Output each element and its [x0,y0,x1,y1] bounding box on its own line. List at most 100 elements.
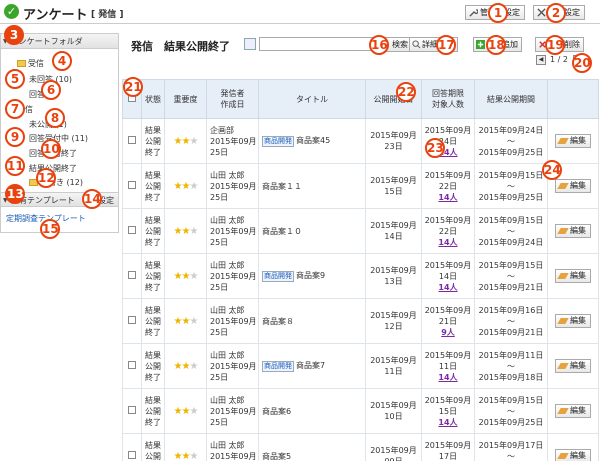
deadline-cell: 2015年09月 22日 14人 [421,163,475,209]
survey-title-link[interactable]: 商品案45 [296,136,330,145]
wrench-icon [469,9,478,17]
table-row[interactable]: 結果 公開 終了 ★★★ 山田 太郎 2015年09月 25日 商品案８ 2015年09月 12日… [122,298,599,344]
edit-button[interactable]: 編集 [555,179,591,193]
app-header: ✓ アンケート [ 発信 ] 管理者設定 個人設定 [0,0,600,24]
title-cell[interactable]: 商品開発 商品案9 [258,253,366,299]
title-cell[interactable]: 商品案5 [258,433,366,461]
priority-stars: ★★★ [173,180,199,192]
table-row[interactable]: 結果 公開 終了 ★★★ 山田 太郎 2015年09月 25日 商品開発 商品案9 2015年09… [122,253,599,299]
sender-cell: 山田 太郎2015年09月25日 [206,253,259,299]
row-checkbox[interactable] [128,135,136,144]
table-row[interactable]: 結果 公開 終了 ★★★ 山田 太郎 2015年09月 25日 商品案１０ 2015年09月 14… [122,208,599,254]
title-cell[interactable]: 商品案6 [258,388,366,434]
status-header[interactable]: 状態 [141,79,165,119]
edit-cell: 編集 [547,343,599,389]
star-icon: ★ [173,270,183,282]
edit-button[interactable]: 編集 [555,359,591,373]
callout-number: 14 [82,189,102,209]
plus-icon [476,40,485,49]
result-period-cell: 2015年09月24日～ 2015年09月25日 [474,118,548,164]
pencil-icon [557,183,569,189]
respondent-count-link[interactable]: 9人 [441,328,455,337]
star-icon: ★ [173,135,183,147]
callout-number: 22 [396,82,416,102]
edit-button[interactable]: 編集 [555,224,591,238]
row-checkbox[interactable] [128,315,136,324]
respondent-count-link[interactable]: 14人 [438,418,457,427]
star-icon: ★ [189,360,198,372]
title-cell[interactable]: 商品案１１ [258,163,366,209]
search-input[interactable] [259,37,378,51]
survey-title-link[interactable]: 商品案9 [296,271,325,280]
row-select-cell [122,343,142,389]
row-checkbox[interactable] [128,180,136,189]
star-icon: ★ [189,135,198,147]
survey-title-link[interactable]: 商品案１１ [262,182,302,191]
priority-header[interactable]: 重要度 [164,79,207,119]
publish-date-cell: 2015年09月 10日 [365,388,422,434]
respondent-count-link[interactable]: 14人 [438,238,457,247]
row-checkbox[interactable] [128,270,136,279]
respondent-count-link[interactable]: 14人 [438,193,457,202]
callout-number: 10 [41,139,61,159]
star-icon: ★ [189,450,198,461]
respondent-count-link[interactable]: 14人 [438,283,457,292]
row-checkbox[interactable] [128,360,136,369]
survey-title-link[interactable]: 商品案6 [262,407,291,416]
priority-cell: ★★★ [164,298,207,344]
status-cell: 結果公開終了 [141,118,165,164]
edit-button[interactable]: 編集 [555,449,591,461]
edit-button[interactable]: 編集 [555,314,591,328]
edit-button[interactable]: 編集 [555,404,591,418]
row-checkbox[interactable] [128,405,136,414]
table-row[interactable]: 結果 公開 終了 ★★★ 山田 太郎 2015年09月 25日 商品案6 2015年09月 10日… [122,388,599,434]
table-row[interactable]: 結果 公開 終了 ★★★ 山田 太郎 2015年09月 25日 商品開発 商品案7 2015年09… [122,343,599,389]
edit-cell: 編集 [547,298,599,344]
callout-number: 16 [369,35,389,55]
survey-title-link[interactable]: 商品案7 [296,361,325,370]
row-checkbox[interactable] [128,450,136,459]
pencil-icon [557,363,569,369]
survey-table: 状態 重要度 発信者 作成日 タイトル 公開開始日 回答期限 対象人数 結果公開期間… [122,79,599,461]
star-icon: ★ [173,360,183,372]
table-row[interactable]: 結果 公開 終了 ★★★ 山田 太郎 2015年09月 25日 商品案１１ 2015年09月 15… [122,163,599,209]
star-icon: ★ [173,180,183,192]
title-cell[interactable]: 商品開発 商品案45 [258,118,366,164]
respondent-count-link[interactable]: 14人 [438,373,457,382]
survey-title-link[interactable]: 商品案８ [262,317,294,326]
row-checkbox[interactable] [128,225,136,234]
sender-header[interactable]: 発信者 作成日 [206,79,259,119]
row-select-cell [122,208,142,254]
folder-icon [17,60,26,67]
title-cell[interactable]: 商品開発 商品案7 [258,343,366,389]
publish-date-cell: 2015年09月 23日 [365,118,422,164]
tools-icon [537,8,546,17]
deadline-header[interactable]: 回答期限 対象人数 [421,79,475,119]
prev-page-button[interactable]: ◀ [536,55,546,65]
title-header[interactable]: タイトル [258,79,366,119]
edit-header [547,79,599,119]
title-cell[interactable]: 商品案１０ [258,208,366,254]
callout-number: 3 [4,25,24,45]
result-period-cell: 2015年09月17日～2015年09月18日 [474,433,548,461]
table-row[interactable]: 結果 公開 終了 ★★★ 企画部 2015年09月 25日 商品開発 商品案45 2015年09月… [122,118,599,164]
callout-number: 4 [52,51,72,71]
callout-number: 5 [5,69,25,89]
result-period-cell: 2015年09月11日～ 2015年09月18日 [474,343,548,389]
survey-title-link[interactable]: 商品案5 [262,452,291,461]
edit-button[interactable]: 編集 [555,269,591,283]
callout-number: 9 [5,127,25,147]
callout-number: 11 [5,156,25,176]
search-icon[interactable] [244,38,256,50]
star-icon: ★ [189,315,198,327]
status-cell: 結果公開終了 [141,343,165,389]
table-row[interactable]: 結果公開終了★★★山田 太郎2015年09月25日商品案52015年09月09日… [122,433,599,461]
edit-cell: 編集 [547,253,599,299]
checkmark-icon: ✓ [4,4,19,19]
result-period-cell: 2015年09月15日～ 2015年09月21日 [474,253,548,299]
status-cell: 結果公開終了 [141,388,165,434]
title-cell[interactable]: 商品案８ [258,298,366,344]
edit-button[interactable]: 編集 [555,134,591,148]
survey-title-link[interactable]: 商品案１０ [262,227,302,236]
folder-item-inbox[interactable]: 受信 [17,58,44,69]
